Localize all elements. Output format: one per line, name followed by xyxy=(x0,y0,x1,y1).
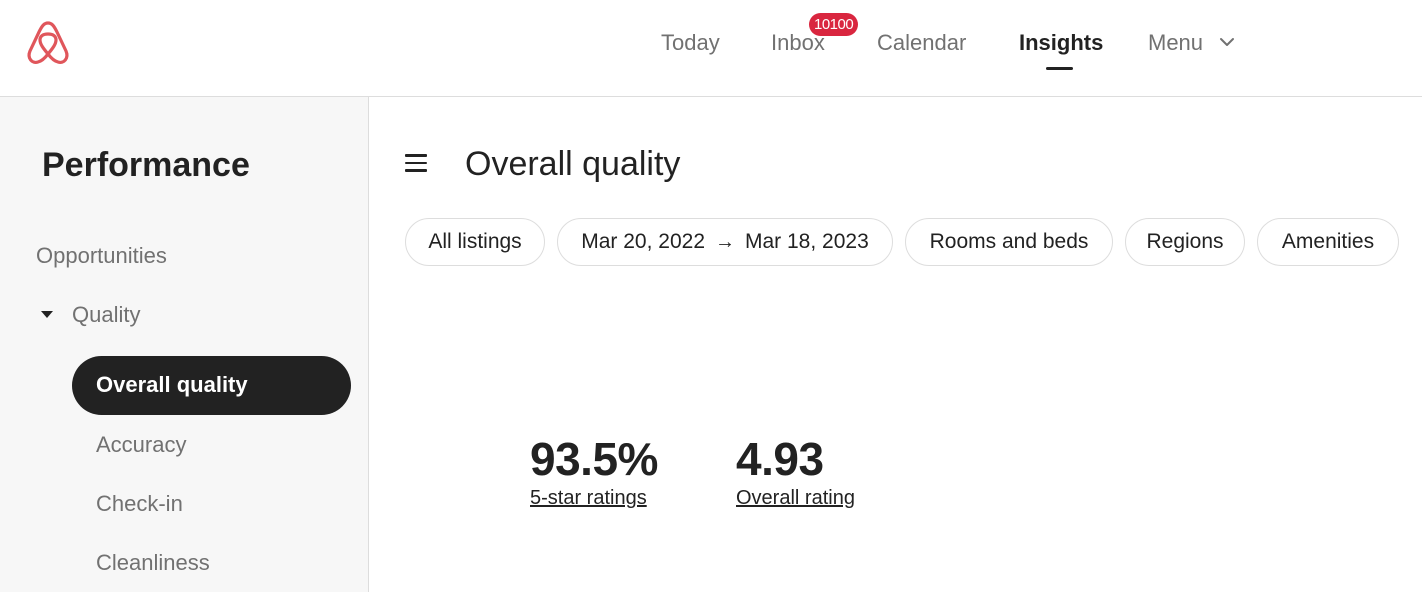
nav-menu[interactable]: Menu xyxy=(1148,30,1203,56)
chevron-down-icon[interactable] xyxy=(1218,35,1236,49)
main-content: Overall quality All listings Mar 20, 202… xyxy=(370,97,1422,592)
nav-today[interactable]: Today xyxy=(661,30,720,56)
sidebar-item-label: Overall quality xyxy=(96,372,248,397)
arrow-right-icon: → xyxy=(715,231,735,253)
sidebar: Performance Opportunities Quality Overal… xyxy=(0,97,369,592)
sidebar-item-overall-quality[interactable]: Overall quality xyxy=(72,356,351,415)
nav-calendar[interactable]: Calendar xyxy=(877,30,966,56)
sidebar-item-check-in[interactable]: Check-in xyxy=(96,491,183,517)
stat-five-star: 93.5% 5-star ratings xyxy=(530,434,658,510)
stat-label-link[interactable]: Overall rating xyxy=(736,486,855,510)
date-start: Mar 20, 2022 xyxy=(581,230,705,253)
nav-insights[interactable]: Insights xyxy=(1019,30,1103,56)
filter-date-range[interactable]: Mar 20, 2022 → Mar 18, 2023 xyxy=(557,218,893,266)
top-navigation-bar: Today Inbox 10100 Calendar Insights Menu xyxy=(0,0,1422,97)
filter-all-listings[interactable]: All listings xyxy=(405,218,545,266)
hamburger-menu-icon[interactable] xyxy=(405,154,429,174)
filter-regions[interactable]: Regions xyxy=(1125,218,1245,266)
sidebar-item-quality[interactable]: Quality xyxy=(72,302,140,328)
filter-amenities[interactable]: Amenities xyxy=(1257,218,1399,266)
stat-overall-rating: 4.93 Overall rating xyxy=(736,434,855,510)
caret-down-icon[interactable] xyxy=(40,309,54,319)
stat-value: 4.93 xyxy=(736,433,824,485)
sidebar-item-accuracy[interactable]: Accuracy xyxy=(96,432,186,458)
stat-label-link[interactable]: 5-star ratings xyxy=(530,486,647,510)
filter-rooms-and-beds[interactable]: Rooms and beds xyxy=(905,218,1113,266)
sidebar-item-cleanliness[interactable]: Cleanliness xyxy=(96,550,210,576)
inbox-unread-badge: 10100 xyxy=(809,13,859,36)
sidebar-title: Performance xyxy=(42,146,250,184)
main-nav: Today Inbox 10100 Calendar Insights Menu xyxy=(0,0,1422,96)
active-nav-indicator xyxy=(1046,67,1073,70)
sidebar-item-opportunities[interactable]: Opportunities xyxy=(36,243,167,269)
date-end: Mar 18, 2023 xyxy=(745,230,869,253)
page-title: Overall quality xyxy=(465,145,681,183)
stat-value: 93.5% xyxy=(530,433,658,485)
